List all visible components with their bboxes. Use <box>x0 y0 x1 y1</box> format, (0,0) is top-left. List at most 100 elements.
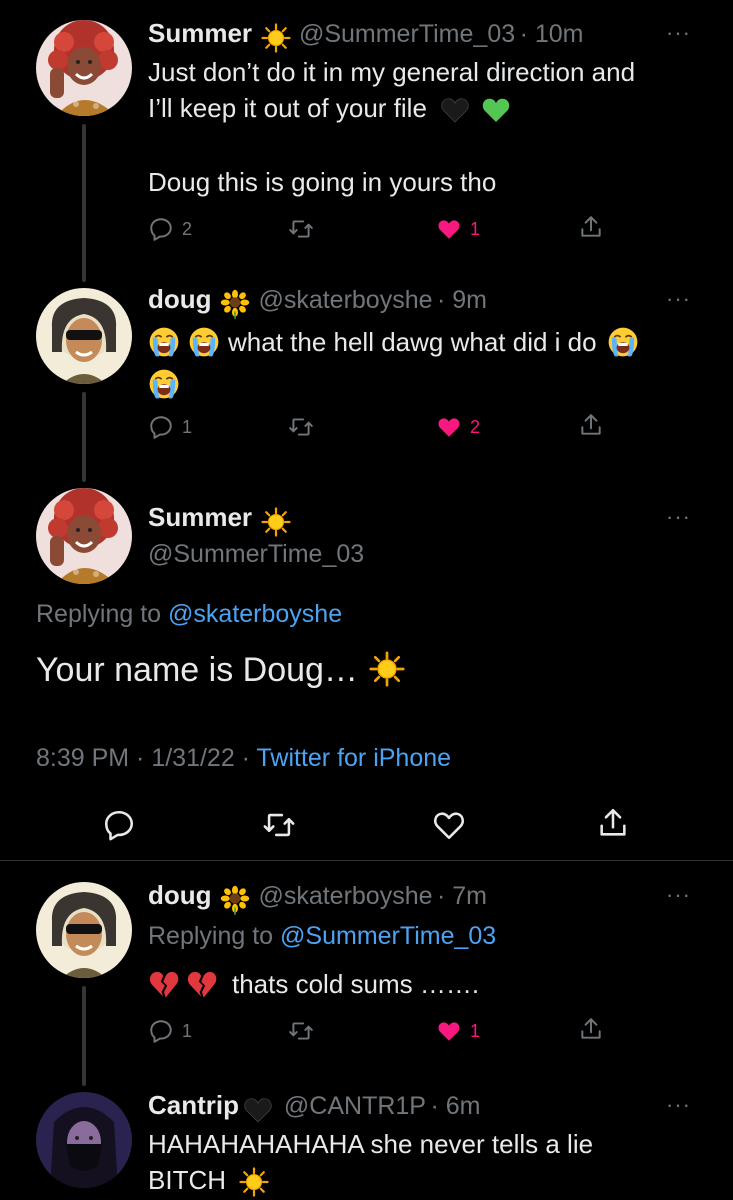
heart-filled-icon <box>436 414 462 440</box>
display-name[interactable]: doug <box>148 880 212 910</box>
tweet-meta: 8:39 PM · 1/31/22 · Twitter for iPhone <box>36 744 451 773</box>
heart-filled-icon <box>436 216 462 242</box>
summer-avatar-image <box>36 20 132 116</box>
share-button[interactable] <box>578 412 604 438</box>
crying-face-icon <box>188 326 220 358</box>
like-button[interactable] <box>432 808 466 842</box>
thread-line <box>82 392 86 482</box>
retweet-icon <box>288 414 314 440</box>
more-options-icon[interactable]: ··· <box>666 286 691 312</box>
display-name[interactable]: doug <box>148 284 212 314</box>
focused-tweet-text: Your name is Doug… <box>36 648 405 692</box>
thread-line <box>82 124 86 282</box>
sunflower-icon <box>220 289 250 319</box>
like-count: 2 <box>470 416 481 437</box>
avatar[interactable] <box>36 1092 132 1188</box>
handle[interactable]: @SummerTime_03 <box>148 540 364 569</box>
retweet-icon <box>288 1018 314 1044</box>
handle[interactable]: @CANTR1P <box>284 1092 426 1120</box>
crying-face-icon <box>148 326 180 358</box>
share-button[interactable] <box>596 806 630 840</box>
more-options-icon[interactable]: ··· <box>666 504 691 530</box>
tweet-text: what the hell dawg what did i do <box>148 324 718 400</box>
tweet-header: Summer @SummerTime_03 · 10m <box>148 18 584 53</box>
replying-to-link[interactable]: @SummerTime_03 <box>280 922 496 950</box>
like-button[interactable]: 1 <box>436 216 480 242</box>
reply-icon <box>102 808 136 842</box>
green-heart-icon <box>481 95 511 125</box>
doug-avatar-image <box>36 882 132 978</box>
sun-icon <box>369 651 405 687</box>
tweet-line: thats cold sums ……. <box>232 969 480 999</box>
avatar[interactable] <box>36 882 132 978</box>
avatar[interactable] <box>36 20 132 116</box>
black-heart-icon <box>243 1095 273 1125</box>
heart-outline-icon <box>432 808 466 842</box>
more-options-icon[interactable]: ··· <box>666 20 691 46</box>
share-icon <box>578 412 604 438</box>
retweet-button[interactable] <box>288 216 314 242</box>
avatar[interactable] <box>36 488 132 584</box>
reply-count: 1 <box>182 416 193 437</box>
reply-button[interactable] <box>102 808 136 842</box>
tweet-text: thats cold sums ……. <box>148 966 479 1002</box>
tweet-line: BITCH <box>148 1162 718 1198</box>
replying-to: Replying to @skaterboyshe <box>36 600 343 628</box>
tweet-line: I’ll keep it out of your file <box>148 90 718 126</box>
reply-button[interactable]: 1 <box>148 1018 192 1044</box>
like-button[interactable]: 2 <box>436 414 480 440</box>
crying-face-icon <box>148 368 180 400</box>
cantrip-avatar-image <box>36 1092 132 1188</box>
display-name[interactable]: Summer <box>148 502 252 532</box>
retweet-button[interactable] <box>262 808 296 842</box>
handle[interactable]: @SummerTime_03 <box>299 20 515 48</box>
share-icon <box>596 806 630 840</box>
retweet-button[interactable] <box>288 1018 314 1044</box>
sun-icon <box>261 507 291 537</box>
replying-to: Replying to @SummerTime_03 <box>148 922 497 950</box>
share-button[interactable] <box>578 1016 604 1042</box>
heart-filled-icon <box>436 1018 462 1044</box>
black-heart-icon <box>440 95 470 125</box>
share-icon <box>578 214 604 240</box>
share-button[interactable] <box>578 214 604 240</box>
tweet-time[interactable]: · 6m <box>430 1092 480 1120</box>
reply-count: 2 <box>182 218 193 239</box>
like-button[interactable]: 1 <box>436 1018 480 1044</box>
tweet-text: HAHAHAHAHAHA she never tells a lie BITCH <box>148 1126 718 1198</box>
sun-icon <box>239 1167 269 1197</box>
thread-line <box>82 986 86 1086</box>
divider <box>0 860 733 861</box>
broken-heart-icon <box>186 968 218 1000</box>
retweet-button[interactable] <box>288 414 314 440</box>
more-options-icon[interactable]: ··· <box>666 1092 691 1118</box>
tweet-line: Doug this is going in yours tho <box>148 167 497 197</box>
broken-heart-icon <box>148 968 180 1000</box>
replying-to-link[interactable]: @skaterboyshe <box>168 600 342 628</box>
retweet-icon <box>288 216 314 242</box>
reply-icon <box>148 1018 174 1044</box>
tweet-line: Just don’t do it in my general direction… <box>148 57 636 87</box>
tweet-time[interactable]: · 7m <box>437 882 487 910</box>
more-options-icon[interactable]: ··· <box>666 882 691 908</box>
reply-count: 1 <box>182 1020 193 1041</box>
client-link[interactable]: Twitter for iPhone <box>257 744 452 772</box>
reply-button[interactable]: 2 <box>148 216 192 242</box>
summer-avatar-image <box>36 488 132 584</box>
handle[interactable]: @skaterboyshe <box>258 286 432 314</box>
display-name[interactable]: Summer <box>148 18 252 48</box>
like-count: 1 <box>470 218 481 239</box>
sunflower-icon <box>220 885 250 915</box>
tweet-time[interactable]: · 9m <box>437 286 487 314</box>
display-name[interactable]: Cantrip <box>148 1090 239 1120</box>
timestamp[interactable]: 8:39 PM · 1/31/22 · <box>36 744 250 772</box>
tweet-text: Just don’t do it in my general direction… <box>148 54 718 200</box>
sun-icon <box>261 23 291 53</box>
tweet-header: doug @skaterboyshe · 7m <box>148 880 487 915</box>
avatar[interactable] <box>36 288 132 384</box>
handle[interactable]: @skaterboyshe <box>258 882 432 910</box>
tweet-time[interactable]: · 10m <box>520 20 584 48</box>
focused-tweet-header: Summer <box>148 502 291 537</box>
reply-button[interactable]: 1 <box>148 414 192 440</box>
retweet-icon <box>262 808 296 842</box>
